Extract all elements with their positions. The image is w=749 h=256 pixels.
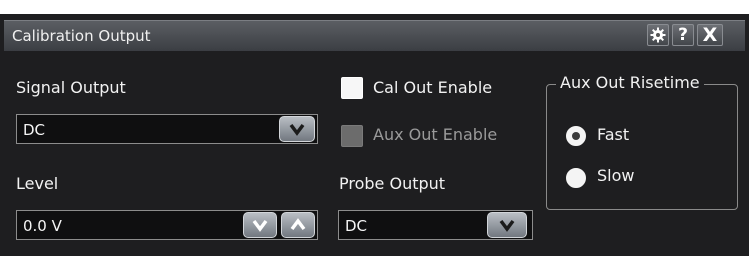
chevron-down-icon bbox=[289, 123, 305, 136]
aux-out-enable-checkbox[interactable] bbox=[341, 125, 363, 147]
level-increment-button[interactable] bbox=[281, 212, 315, 238]
chevron-down-icon bbox=[252, 219, 268, 232]
signal-output-select[interactable]: DC bbox=[16, 114, 318, 144]
fast-radio-label: Fast bbox=[597, 125, 630, 144]
probe-output-label: Probe Output bbox=[339, 174, 446, 193]
close-button[interactable]: X bbox=[697, 24, 723, 46]
chevron-down-icon bbox=[499, 219, 515, 232]
close-icon: X bbox=[702, 24, 718, 46]
probe-output-dropdown-button[interactable] bbox=[487, 212, 527, 238]
aux-out-enable-label: Aux Out Enable bbox=[373, 125, 498, 144]
settings-button[interactable] bbox=[647, 24, 669, 46]
probe-output-value: DC bbox=[345, 217, 368, 235]
dialog-titlebar[interactable]: Calibration Output ? X bbox=[4, 20, 745, 51]
level-decrement-button[interactable] bbox=[243, 212, 277, 238]
chevron-up-icon bbox=[290, 218, 306, 231]
aux-out-risetime-group bbox=[546, 84, 738, 210]
signal-output-value: DC bbox=[23, 121, 46, 139]
slow-radio[interactable] bbox=[566, 168, 586, 188]
cal-out-enable-label: Cal Out Enable bbox=[373, 78, 493, 97]
gear-icon bbox=[650, 27, 666, 43]
dialog-title: Calibration Output bbox=[12, 27, 151, 45]
level-label: Level bbox=[16, 174, 59, 193]
signal-output-label: Signal Output bbox=[16, 78, 126, 97]
fast-radio[interactable] bbox=[566, 126, 586, 146]
help-icon: ? bbox=[678, 25, 688, 45]
help-button[interactable]: ? bbox=[672, 24, 694, 46]
calibration-output-dialog: Calibration Output ? X Signal Output DC … bbox=[0, 14, 749, 256]
aux-out-risetime-title: Aux Out Risetime bbox=[556, 73, 704, 92]
level-value: 0.0 V bbox=[23, 217, 62, 235]
slow-radio-label: Slow bbox=[597, 166, 635, 185]
cal-out-enable-checkbox[interactable] bbox=[341, 77, 363, 99]
signal-output-dropdown-button[interactable] bbox=[279, 116, 315, 142]
